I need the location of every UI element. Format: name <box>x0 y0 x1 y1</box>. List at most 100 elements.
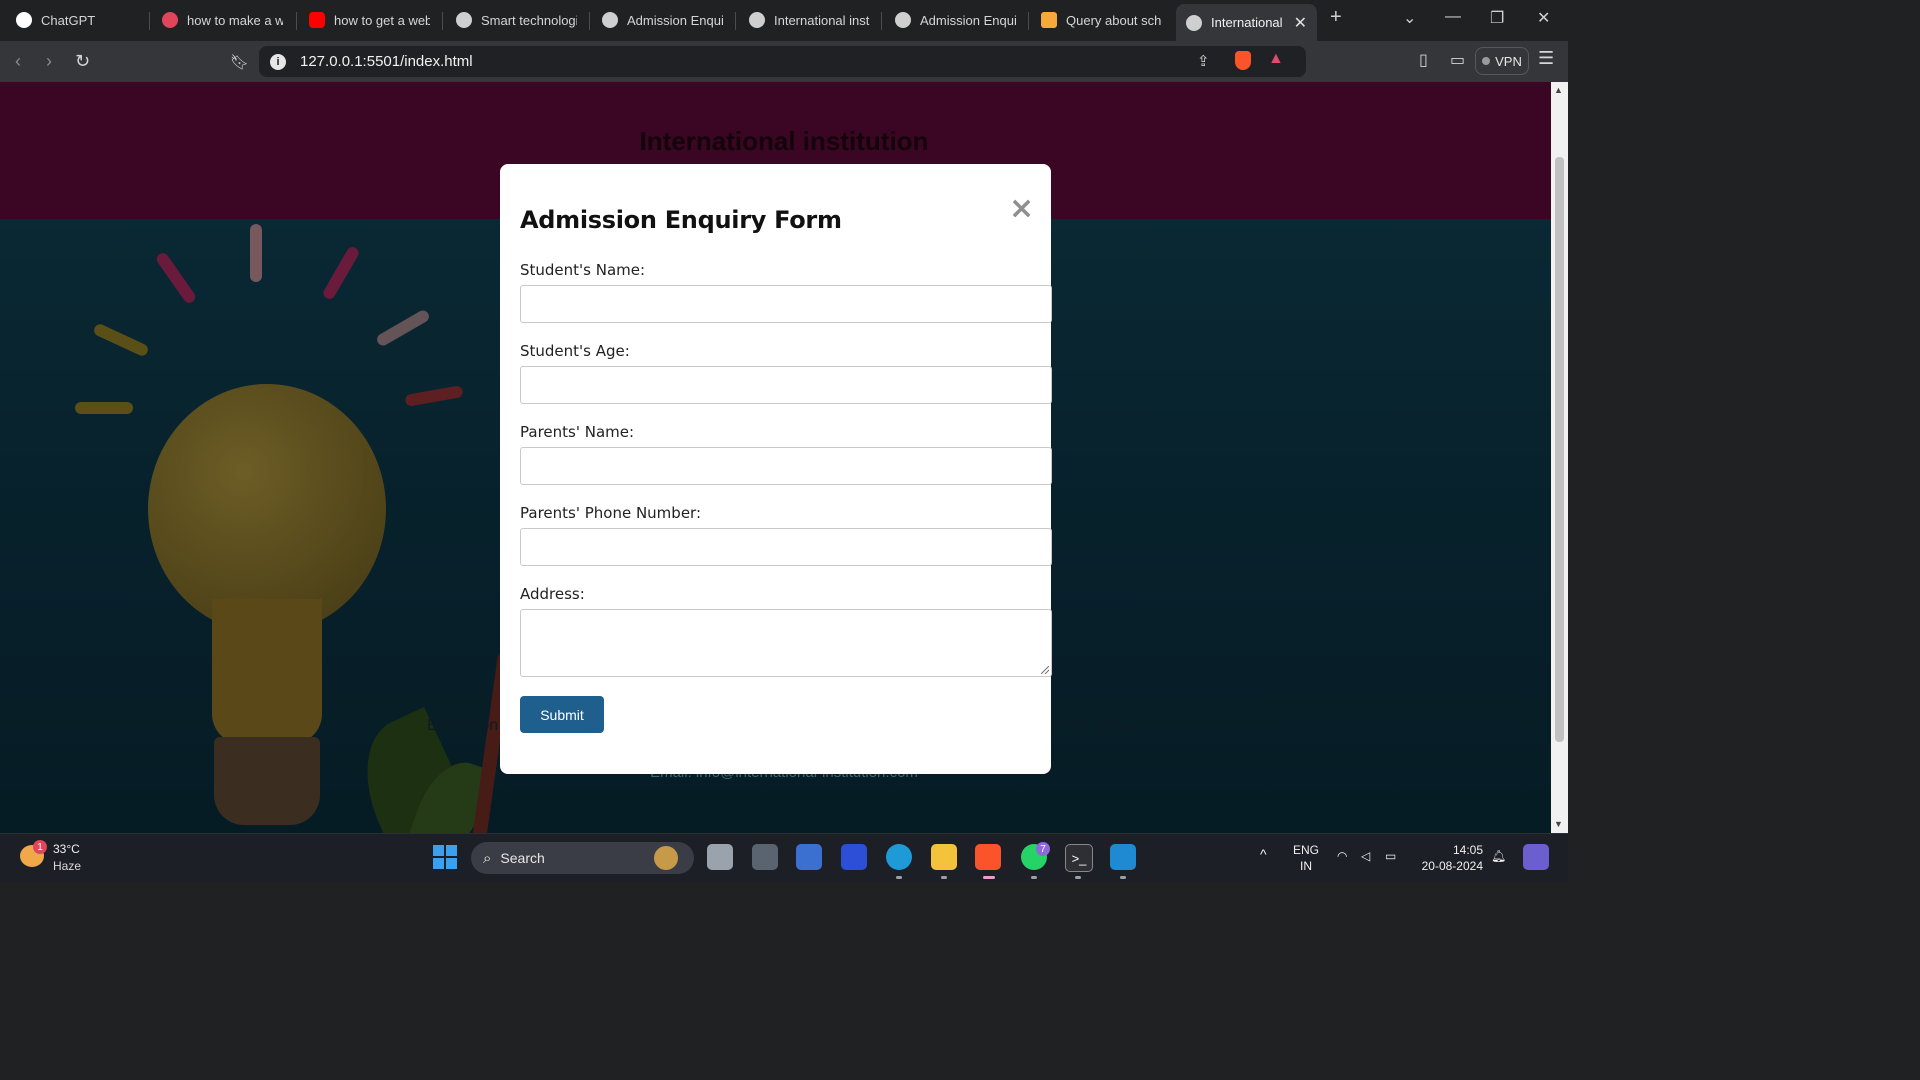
tab-international-active[interactable]: International ✕ <box>1176 4 1317 41</box>
wallet-icon[interactable]: ▭ <box>1450 50 1465 70</box>
modal-title: Admission Enquiry Form <box>520 206 842 234</box>
clock[interactable]: 14:05 20-08-2024 <box>1418 842 1483 874</box>
forward-icon[interactable]: › <box>46 51 52 72</box>
address-label: Address: <box>520 585 585 603</box>
page-scrollbar[interactable]: ▲ ▼ <box>1551 82 1568 833</box>
student-name-input[interactable] <box>520 285 1052 323</box>
tab-divider <box>589 12 590 30</box>
tab-label: how to make a we <box>187 12 283 28</box>
resize-handle-icon[interactable] <box>1041 666 1049 674</box>
tab-how-to-get-website[interactable]: how to get a web <box>299 4 440 36</box>
student-name-label: Student's Name: <box>520 261 646 279</box>
close-icon[interactable]: × <box>1009 194 1034 224</box>
tab-label: how to get a web <box>334 12 430 28</box>
language-indicator[interactable]: ENG IN <box>1293 842 1319 874</box>
tab-admission-enquiry-1[interactable]: Admission Enquir <box>592 4 733 36</box>
task-view-icon[interactable] <box>707 844 733 870</box>
tab-how-to-make-website[interactable]: how to make a we <box>152 4 293 36</box>
microsoft-store-icon[interactable] <box>796 844 822 870</box>
chatgpt-icon <box>16 12 32 28</box>
parents-phone-label: Parents' Phone Number: <box>520 504 702 522</box>
scrollbar-thumb[interactable] <box>1555 157 1564 742</box>
whatsapp-badge: 7 <box>1036 842 1050 856</box>
globe-icon <box>749 12 765 28</box>
minimize-window-icon[interactable]: — <box>1445 8 1461 26</box>
clock-date: 20-08-2024 <box>1421 859 1483 873</box>
menu-icon[interactable]: ☰ <box>1538 48 1554 69</box>
parents-name-label: Parents' Name: <box>520 423 635 441</box>
student-age-label: Student's Age: <box>520 342 630 360</box>
notification-bell-icon[interactable]: 🔔︎ <box>1491 848 1506 864</box>
web-page: International institution Eductaion re f… <box>0 82 1551 833</box>
taskbar-search-box[interactable]: ⌕ Search <box>471 842 694 874</box>
windows-start-icon[interactable] <box>432 844 458 870</box>
running-indicator <box>1120 876 1126 879</box>
tab-divider <box>442 12 443 30</box>
region-code: IN <box>1300 859 1312 873</box>
student-age-input[interactable] <box>520 366 1052 404</box>
show-hidden-icons-icon[interactable]: ^ <box>1260 846 1267 862</box>
running-indicator <box>896 876 902 879</box>
active-indicator <box>983 876 995 879</box>
tab-label: International <box>1211 15 1283 30</box>
address-textarea[interactable] <box>520 609 1052 677</box>
tab-label: Admission Enquir <box>920 12 1016 28</box>
close-window-icon[interactable]: ✕ <box>1537 8 1550 28</box>
volume-icon[interactable]: ◁ <box>1361 848 1370 864</box>
address-bar[interactable]: i 127.0.0.1:5501/index.html ⇪ ▲ <box>259 46 1306 77</box>
tab-label: Smart technologie <box>481 12 577 28</box>
vpn-button[interactable]: VPN <box>1475 47 1529 75</box>
weather-temperature[interactable]: 33°C <box>53 842 80 856</box>
tab-chatgpt[interactable]: ChatGPT <box>6 4 146 36</box>
search-icon: ⌕ <box>483 849 492 867</box>
tab-search-dropdown-icon[interactable]: ⌄ <box>1403 8 1416 28</box>
search-label: Search <box>500 850 545 866</box>
tab-query-about-school[interactable]: Query about scho <box>1031 4 1172 36</box>
globe-icon <box>895 12 911 28</box>
brave-shield-icon <box>162 12 178 28</box>
vpn-label: VPN <box>1495 53 1522 69</box>
tab-admission-enquiry-2[interactable]: Admission Enquir <box>885 4 1026 36</box>
submit-button[interactable]: Submit <box>520 696 604 733</box>
widgets-icon[interactable] <box>752 844 778 870</box>
app-icon[interactable] <box>841 844 867 870</box>
vscode-icon[interactable] <box>1110 844 1136 870</box>
admission-enquiry-modal: Admission Enquiry Form × Student's Name:… <box>500 164 1052 774</box>
scroll-up-arrow-icon[interactable]: ▲ <box>1554 85 1563 95</box>
brave-rewards-icon[interactable]: ▲ <box>1268 50 1284 68</box>
tab-label: Query about scho <box>1066 12 1162 28</box>
scroll-down-arrow-icon[interactable]: ▼ <box>1554 819 1563 829</box>
weather-badge: 1 <box>33 840 47 854</box>
tab-divider <box>149 12 150 30</box>
brave-browser-icon[interactable] <box>975 844 1001 870</box>
edge-icon[interactable] <box>886 844 912 870</box>
site-title: International institution <box>639 126 929 156</box>
url-text[interactable]: 127.0.0.1:5501/index.html <box>300 53 473 70</box>
new-tab-button[interactable]: + <box>1330 6 1342 29</box>
globe-icon <box>602 12 618 28</box>
file-explorer-icon[interactable] <box>931 844 957 870</box>
wifi-icon[interactable]: ◠ <box>1337 848 1347 864</box>
brave-shields-icon[interactable] <box>1235 51 1251 70</box>
browser-toolbar: ‹ › ↻ 🔖︎ i 127.0.0.1:5501/index.html ⇪ ▲… <box>0 41 1568 82</box>
parents-phone-input[interactable] <box>520 528 1052 566</box>
tab-divider <box>735 12 736 30</box>
bookmark-icon[interactable]: 🔖︎ <box>230 53 249 71</box>
weather-condition[interactable]: Haze <box>53 859 81 873</box>
share-icon[interactable]: ⇪ <box>1197 52 1210 70</box>
tab-label: ChatGPT <box>41 12 96 28</box>
terminal-icon[interactable]: >_ <box>1065 844 1093 872</box>
sidebar-toggle-icon[interactable]: ▯ <box>1419 50 1428 70</box>
parents-name-input[interactable] <box>520 447 1052 485</box>
reload-icon[interactable]: ↻ <box>75 51 90 72</box>
close-tab-icon[interactable]: ✕ <box>1286 13 1307 33</box>
back-icon[interactable]: ‹ <box>15 51 21 72</box>
tab-international-institution-1[interactable]: International insti <box>739 4 880 36</box>
restore-window-icon[interactable]: ❐ <box>1490 8 1504 28</box>
site-info-icon[interactable]: i <box>270 53 286 70</box>
copilot-icon[interactable] <box>1523 844 1549 870</box>
hero-text-left: Eductaion <box>427 717 499 734</box>
battery-icon[interactable]: ▭ <box>1385 848 1396 864</box>
search-highlight-icon <box>654 846 678 870</box>
tab-smart-technologies[interactable]: Smart technologie <box>446 4 587 36</box>
